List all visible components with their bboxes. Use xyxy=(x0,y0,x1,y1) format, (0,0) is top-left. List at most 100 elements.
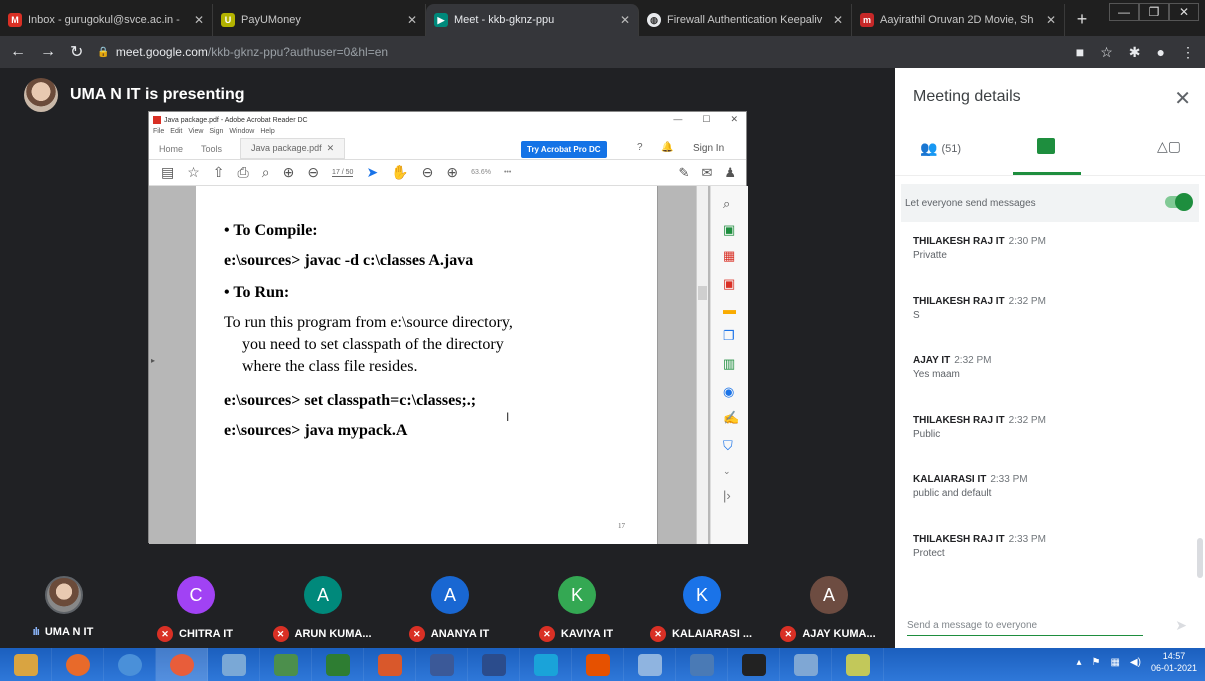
participant-tile[interactable]: K ✕ KAVIYA IT xyxy=(513,570,639,646)
comment-icon[interactable]: ▬ xyxy=(723,302,736,317)
taskbar-app-icon[interactable] xyxy=(364,648,416,681)
select-pointer-icon[interactable]: ➤ xyxy=(366,164,378,181)
taskbar-app-icon[interactable] xyxy=(676,648,728,681)
close-icon[interactable]: ✕ xyxy=(730,114,738,125)
activities-icon[interactable]: △▢ xyxy=(1157,138,1181,155)
browser-tab[interactable]: ▶ Meet - kkb-gknz-ppu ✕ xyxy=(426,4,639,36)
sign-in-button[interactable]: Sign In xyxy=(693,143,724,154)
flag-icon[interactable]: ⚑ xyxy=(1092,657,1101,668)
taskbar-app-icon[interactable] xyxy=(416,648,468,681)
forward-icon[interactable]: → xyxy=(40,43,56,61)
close-icon[interactable]: ✕ xyxy=(1169,3,1199,21)
tab-document[interactable]: Java package.pdf ✕ xyxy=(240,138,346,159)
chat-scrollbar[interactable] xyxy=(1197,538,1203,578)
print-icon[interactable]: ⎙ xyxy=(238,164,249,181)
scroll-thumb[interactable] xyxy=(698,286,707,300)
share-people-icon[interactable]: ♟ xyxy=(724,165,736,181)
extensions-icon[interactable]: ✱ xyxy=(1129,44,1141,61)
bookmark-star-icon[interactable]: ☆ xyxy=(187,164,200,181)
participant-tile[interactable]: C ✕ CHITRA IT xyxy=(132,570,258,646)
chat-icon[interactable] xyxy=(1037,138,1055,154)
notifications-icon[interactable]: 🔔 xyxy=(661,142,673,153)
participant-tile[interactable]: A ✕ AJAY KUMA... xyxy=(765,570,891,646)
camera-icon[interactable]: ■ xyxy=(1076,44,1084,61)
acrobat-menu-item[interactable]: Sign xyxy=(209,128,223,138)
tab-people[interactable]: 👥 (51) xyxy=(920,140,961,157)
send-messages-toggle[interactable] xyxy=(1165,193,1193,211)
organize-icon[interactable]: ▦ xyxy=(723,248,735,264)
tab-tools[interactable]: Tools xyxy=(201,144,222,154)
tab-close-icon[interactable]: ✕ xyxy=(833,13,843,27)
star-icon[interactable]: ☆ xyxy=(1100,44,1113,61)
acrobat-menu-item[interactable]: File xyxy=(153,128,164,138)
browser-tab[interactable]: M Inbox - gurugokul@svce.ac.in - ✕ xyxy=(0,4,213,36)
expand-left-icon[interactable]: ▸ xyxy=(151,356,155,365)
zoom-in-icon[interactable]: ⊕ xyxy=(446,164,458,181)
edit-pdf-icon[interactable]: ▥ xyxy=(723,356,735,372)
reload-icon[interactable]: ↻ xyxy=(70,42,83,62)
restore-icon[interactable]: ❐ xyxy=(1139,3,1169,21)
acrobat-menu-item[interactable]: View xyxy=(188,128,203,138)
more-tools-icon[interactable]: ••• xyxy=(504,169,511,176)
fill-sign-icon[interactable]: ✍ xyxy=(723,410,739,426)
taskbar-app-icon[interactable] xyxy=(572,648,624,681)
taskbar-app-icon[interactable] xyxy=(312,648,364,681)
taskbar-app-icon[interactable] xyxy=(260,648,312,681)
participant-tile[interactable]: A ✕ ANANYA IT xyxy=(386,570,512,646)
acrobat-menu-item[interactable]: Window xyxy=(229,128,254,138)
tab-home[interactable]: Home xyxy=(159,144,183,154)
taskbar-app-icon[interactable] xyxy=(832,648,884,681)
taskbar-app-icon[interactable] xyxy=(104,648,156,681)
browser-tab[interactable]: U PayUMoney ✕ xyxy=(213,4,426,36)
close-panel-icon[interactable]: ✕ xyxy=(1174,86,1191,111)
send-icon[interactable]: ➤ xyxy=(1175,617,1187,634)
minimize-icon[interactable]: — xyxy=(1109,3,1139,21)
taskbar-app-icon[interactable] xyxy=(728,648,780,681)
upload-icon[interactable]: ⇧ xyxy=(213,164,225,181)
export-pdf-icon[interactable]: ▣ xyxy=(723,276,735,292)
taskbar-app-icon[interactable] xyxy=(624,648,676,681)
zoom-rail-icon[interactable]: ⌕ xyxy=(723,196,730,212)
scan-icon[interactable]: ◉ xyxy=(723,384,734,400)
menu-icon[interactable]: ⋮ xyxy=(1181,44,1195,61)
participant-tile[interactable]: K ✕ KALAIARASI ... xyxy=(638,570,764,646)
clock[interactable]: 14:57 06-01-2021 xyxy=(1151,650,1197,674)
message-input[interactable]: Send a message to everyone xyxy=(907,616,1143,636)
zoom-search-icon[interactable]: ⌕ xyxy=(262,164,270,181)
taskbar-app-icon[interactable] xyxy=(780,648,832,681)
save-icon[interactable]: ▤ xyxy=(161,164,174,181)
acrobat-menu-item[interactable]: Help xyxy=(260,128,274,138)
page-up-icon[interactable]: ⊕ xyxy=(283,164,295,181)
help-icon[interactable]: ? xyxy=(637,142,643,153)
participant-tile[interactable]: A ✕ ARUN KUMA... xyxy=(259,570,385,646)
tab-close-icon[interactable]: ✕ xyxy=(1046,13,1056,27)
acrobat-menu-item[interactable]: Edit xyxy=(170,128,182,138)
hand-tool-icon[interactable]: ✋ xyxy=(391,164,408,181)
tray-up-icon[interactable]: ▴ xyxy=(1076,657,1081,668)
try-acrobat-pro-button[interactable]: Try Acrobat Pro DC xyxy=(521,141,607,158)
taskbar-app-icon[interactable] xyxy=(156,648,208,681)
tab-close-icon[interactable]: ✕ xyxy=(620,13,630,27)
browser-tab[interactable]: ◍ Firewall Authentication Keepaliv ✕ xyxy=(639,4,852,36)
taskbar-app-icon[interactable] xyxy=(520,648,572,681)
profile-icon[interactable]: ● xyxy=(1157,44,1165,61)
zoom-level[interactable]: 63.6% xyxy=(471,169,491,176)
new-tab-button[interactable]: + xyxy=(1065,4,1099,36)
back-icon[interactable]: ← xyxy=(10,43,26,61)
tab-close-icon[interactable]: ✕ xyxy=(194,13,204,27)
page-down-icon[interactable]: ⊖ xyxy=(307,164,319,181)
sign-pen-icon[interactable]: ✎ xyxy=(679,165,690,181)
volume-icon[interactable]: ◀) xyxy=(1130,657,1141,668)
url-field[interactable]: 🔒 meet.google.com/kkb-gknz-ppu?authuser=… xyxy=(97,45,1061,59)
taskbar-app-icon[interactable] xyxy=(52,648,104,681)
network-icon[interactable]: ▦ xyxy=(1110,657,1119,668)
browser-tab[interactable]: m Aayirathil Oruvan 2D Movie, Sh ✕ xyxy=(852,4,1065,36)
taskbar-app-icon[interactable] xyxy=(468,648,520,681)
create-pdf-icon[interactable]: ▣ xyxy=(723,222,735,238)
maximize-icon[interactable]: ☐ xyxy=(702,114,710,125)
combine-icon[interactable]: ❐ xyxy=(723,328,735,344)
protect-icon[interactable]: ⛉ xyxy=(723,438,733,454)
vertical-scrollbar[interactable] xyxy=(696,186,708,544)
taskbar-app-icon[interactable] xyxy=(0,648,52,681)
tab-close-icon[interactable]: ✕ xyxy=(407,13,417,27)
